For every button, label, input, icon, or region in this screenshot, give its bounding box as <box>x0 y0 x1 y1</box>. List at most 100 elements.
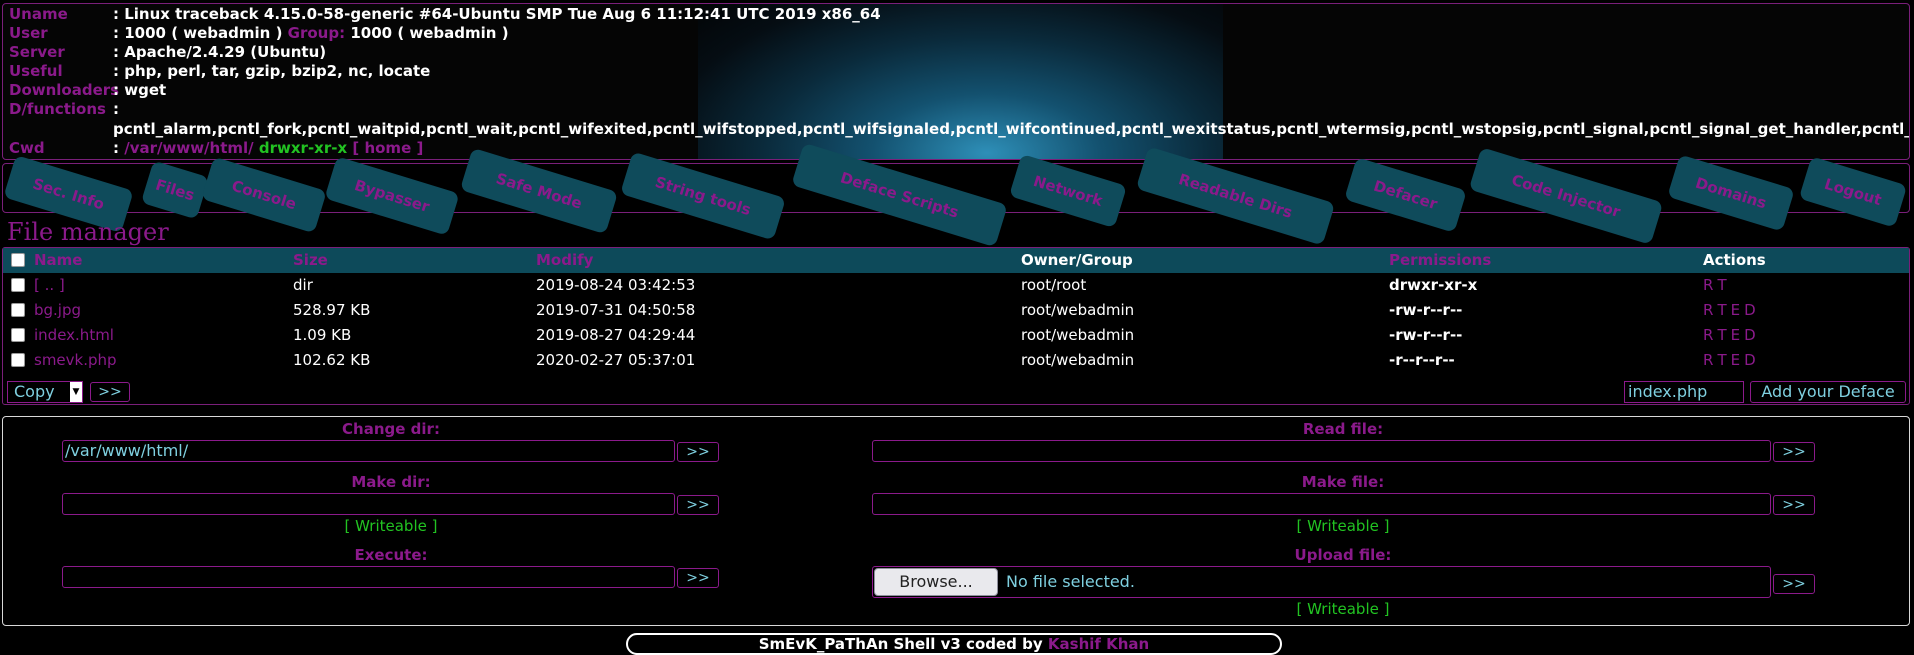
file-table-header: Name Size Modify Owner/Group Permissions… <box>3 248 1909 273</box>
action-edit[interactable]: E <box>1731 326 1740 344</box>
home-link[interactable]: [ home ] <box>352 139 423 157</box>
nav-logout[interactable]: Logout <box>1798 156 1908 228</box>
tools-panel: Change dir: /var/www/html/ >> Make dir: … <box>2 416 1910 626</box>
read-file-go-button[interactable]: >> <box>1773 442 1815 462</box>
action-rename[interactable]: R <box>1703 276 1713 294</box>
column-size[interactable]: Size <box>293 248 328 273</box>
file-owner: root/webadmin <box>1021 301 1135 319</box>
action-download[interactable]: D <box>1744 326 1756 344</box>
action-touch[interactable]: T <box>1717 276 1726 294</box>
file-permissions[interactable]: -rw-r--r-- <box>1389 298 1462 323</box>
info-label: Cwd <box>9 139 45 157</box>
make-dir-label: Make dir: <box>351 473 431 491</box>
action-download[interactable]: D <box>1744 301 1756 319</box>
info-label: User <box>9 24 48 42</box>
info-label: Uname <box>9 5 68 23</box>
action-touch[interactable]: T <box>1717 351 1726 369</box>
nav-files[interactable]: Files <box>140 160 210 220</box>
nav-network[interactable]: Network <box>1008 153 1128 229</box>
file-modify: 2019-08-27 04:29:44 <box>536 326 696 344</box>
action-edit[interactable]: E <box>1731 351 1740 369</box>
upload-file-go-button[interactable]: >> <box>1773 574 1815 594</box>
action-rename[interactable]: R <box>1703 351 1713 369</box>
author-link[interactable]: Kashif Khan <box>1048 635 1149 653</box>
column-modify[interactable]: Modify <box>536 248 593 273</box>
info-value: : php, perl, tar, gzip, bzip2, nc, locat… <box>113 62 431 80</box>
row-checkbox[interactable] <box>11 303 25 317</box>
add-deface-button[interactable]: Add your Deface <box>1750 381 1906 403</box>
column-permissions[interactable]: Permissions <box>1389 248 1491 273</box>
file-permissions[interactable]: drwxr-xr-x <box>1389 273 1477 298</box>
action-rename[interactable]: R <box>1703 326 1713 344</box>
table-row: bg.jpg 528.97 KB 2019-07-31 04:50:58 roo… <box>3 298 1909 323</box>
nav-bypasser[interactable]: Bypasser <box>324 156 460 236</box>
cwd-permissions: drwxr-xr-x <box>258 139 348 157</box>
action-touch[interactable]: T <box>1717 301 1726 319</box>
read-file-label: Read file: <box>1302 420 1384 438</box>
nav-readable-dirs[interactable]: Readable Dirs <box>1135 146 1336 246</box>
nav-domains[interactable]: Domains <box>1667 154 1795 232</box>
column-name[interactable]: Name <box>34 248 82 273</box>
action-touch[interactable]: T <box>1717 326 1726 344</box>
system-info-panel: Uname : Linux traceback 4.15.0-58-generic… <box>2 3 1910 160</box>
footer-text: SmEvK_PaThAn Shell v3 coded by <box>758 635 1043 653</box>
info-label: Server <box>9 43 65 61</box>
action-download[interactable]: D <box>1744 351 1756 369</box>
file-owner: root/webadmin <box>1021 326 1135 344</box>
bulk-action-select[interactable]: Copy ▼ <box>7 381 83 403</box>
footer-credit: SmEvK_PaThAn Shell v3 coded by Kashif Kh… <box>626 633 1282 655</box>
info-value: : wget <box>113 81 167 99</box>
bulk-action-go-button[interactable]: >> <box>90 382 130 402</box>
file-name-link[interactable]: index.html <box>34 323 114 348</box>
file-name-link[interactable]: bg.jpg <box>34 298 81 323</box>
chevron-down-icon: ▼ <box>70 382 82 402</box>
make-dir-input[interactable] <box>62 493 675 515</box>
table-row: index.html 1.09 KB 2019-08-27 04:29:44 r… <box>3 323 1909 348</box>
info-cwd: Cwd: /var/www/html/ drwxr-xr-x [ home ] <box>9 139 423 158</box>
file-actions: RTED <box>1703 298 1760 323</box>
nav-code-injector[interactable]: Code Injector <box>1468 147 1664 245</box>
upload-file-label: Upload file: <box>1294 546 1392 564</box>
file-size: dir <box>293 276 313 294</box>
nav-safe-mode[interactable]: Safe Mode <box>459 147 619 235</box>
action-rename[interactable]: R <box>1703 301 1713 319</box>
row-checkbox[interactable] <box>11 278 25 292</box>
group-label: Group: <box>287 24 346 42</box>
make-dir-go-button[interactable]: >> <box>677 495 719 515</box>
browse-button[interactable]: Browse... <box>874 568 998 596</box>
nav-console[interactable]: Console <box>201 156 327 234</box>
file-name-link[interactable]: smevk.php <box>34 348 117 373</box>
change-dir-input[interactable]: /var/www/html/ <box>62 440 675 462</box>
upload-file-input[interactable]: Browse... No file selected. <box>872 566 1771 598</box>
action-edit[interactable]: E <box>1731 301 1740 319</box>
file-name-link[interactable]: [ .. ] <box>34 273 65 298</box>
select-all-checkbox[interactable] <box>11 253 25 267</box>
info-user: User: 1000 ( webadmin ) Group: 1000 ( we… <box>9 24 509 43</box>
deface-filename-input[interactable]: index.php <box>1624 381 1744 403</box>
row-checkbox[interactable] <box>11 353 25 367</box>
nav-string-tools[interactable]: String tools <box>620 151 786 241</box>
change-dir-label: Change dir: <box>342 420 440 438</box>
row-checkbox[interactable] <box>11 328 25 342</box>
cwd-path-link[interactable]: /var/www/html/ <box>124 139 253 157</box>
file-permissions[interactable]: -r--r--r-- <box>1389 348 1455 373</box>
execute-go-button[interactable]: >> <box>677 568 719 588</box>
change-dir-go-button[interactable]: >> <box>677 442 719 462</box>
table-row: [ .. ] dir 2019-08-24 03:42:53 root/root… <box>3 273 1909 298</box>
make-file-status: [ Writeable ] <box>1296 517 1390 535</box>
read-file-input[interactable] <box>872 440 1771 462</box>
group-value: 1000 ( webadmin ) <box>350 24 509 42</box>
info-uname: Uname : Linux traceback 4.15.0-58-generic… <box>9 5 881 24</box>
info-value: : Apache/2.4.29 (Ubuntu) <box>113 43 327 61</box>
info-value: : Linux traceback 4.15.0-58-generic #64-… <box>113 5 881 23</box>
execute-input[interactable] <box>62 566 675 588</box>
make-file-input[interactable] <box>872 493 1771 515</box>
file-owner: root/root <box>1021 276 1087 294</box>
make-file-go-button[interactable]: >> <box>1773 495 1815 515</box>
file-permissions[interactable]: -rw-r--r-- <box>1389 323 1462 348</box>
make-dir-status: [ Writeable ] <box>344 517 438 535</box>
file-manager-title: File manager <box>7 218 169 246</box>
nav-defacer[interactable]: Defacer <box>1344 157 1467 233</box>
info-label: Downloaders <box>9 81 120 99</box>
info-disabled-functions-list: pcntl_alarm,pcntl_fork,pcntl_waitpid,pcn… <box>9 120 1909 139</box>
